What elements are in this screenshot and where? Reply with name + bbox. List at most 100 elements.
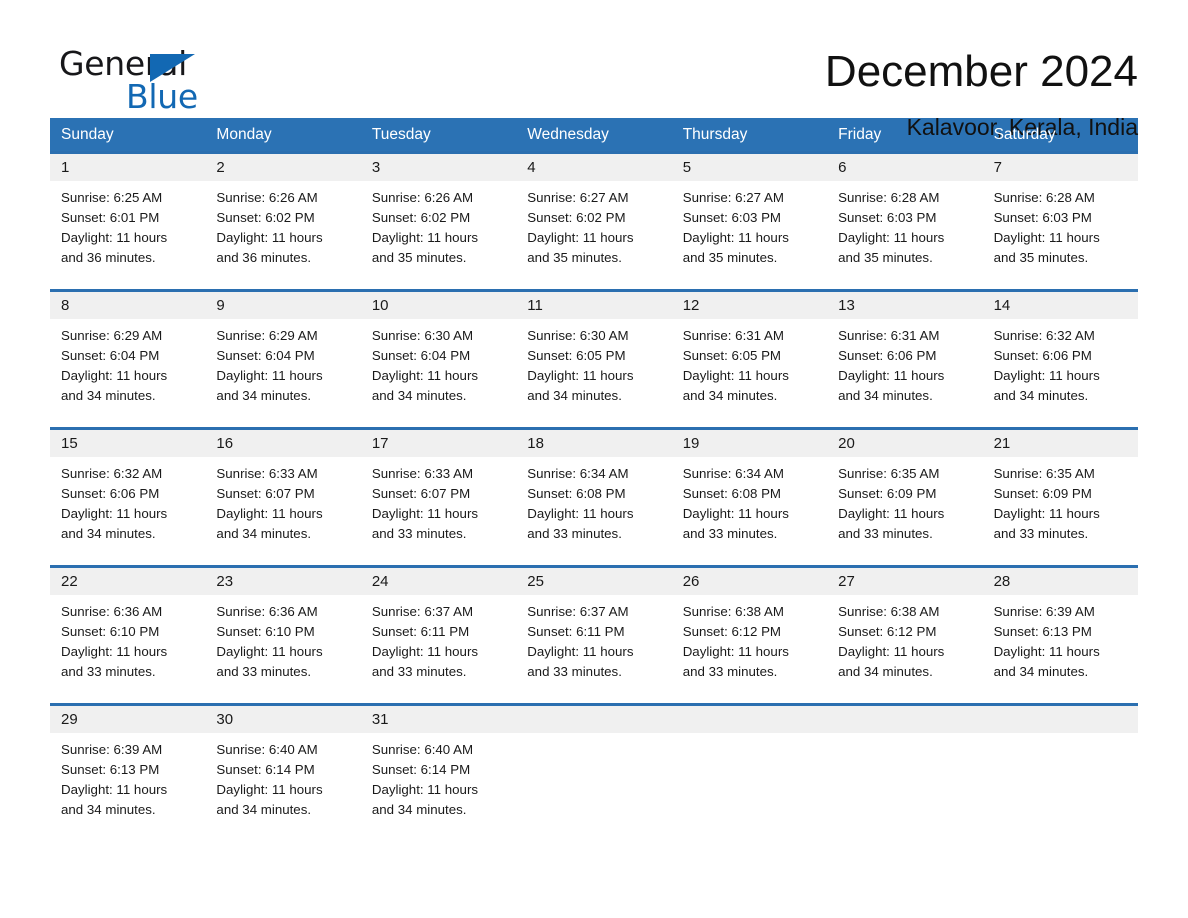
sunset-text: Sunset: 6:08 PM xyxy=(527,486,626,501)
day-number[interactable]: 19 xyxy=(672,430,827,457)
day-cell: Sunrise: 6:27 AM Sunset: 6:02 PM Dayligh… xyxy=(516,181,671,289)
sunrise-text: Sunrise: 6:26 AM xyxy=(371,190,474,205)
daylight-text-l1: Daylight: 11 hours xyxy=(61,368,168,383)
day-cell: Sunrise: 6:27 AM Sunset: 6:03 PM Dayligh… xyxy=(672,181,827,289)
daylight-text-l1: Daylight: 11 hours xyxy=(61,230,168,245)
day-number[interactable]: 29 xyxy=(50,706,205,733)
weekday-header-tuesday: Tuesday xyxy=(371,126,431,143)
sunrise-text: Sunrise: 6:39 AM xyxy=(993,604,1095,619)
day-number[interactable]: 6 xyxy=(827,154,982,181)
daylight-text-l1: Daylight: 11 hours xyxy=(682,644,789,659)
sunset-text: Sunset: 6:10 PM xyxy=(216,624,315,639)
day-number[interactable]: 12 xyxy=(672,292,827,319)
sunrise-text: Sunrise: 6:27 AM xyxy=(682,190,784,205)
calendar-week-row: 15 16 17 18 19 20 21 Sunrise: 6:32 AM Su… xyxy=(50,427,1138,565)
day-number[interactable]: 25 xyxy=(516,568,671,595)
day-cell: Sunrise: 6:25 AM Sunset: 6:01 PM Dayligh… xyxy=(50,181,205,289)
daylight-text-l2: and 34 minutes. xyxy=(838,388,933,403)
calendar-week-row: 1 2 3 4 5 6 7 Sunrise: 6:25 AM Sunset: 6… xyxy=(50,151,1138,289)
day-number[interactable]: 30 xyxy=(205,706,360,733)
day-detail-row: Sunrise: 6:25 AM Sunset: 6:01 PM Dayligh… xyxy=(50,181,1138,289)
sunrise-text: Sunrise: 6:29 AM xyxy=(216,328,318,343)
day-number[interactable]: 20 xyxy=(827,430,982,457)
day-cell-empty xyxy=(516,733,671,841)
page-title: December 2024 xyxy=(824,47,1138,96)
sunrise-text: Sunrise: 6:33 AM xyxy=(216,466,318,481)
sunset-text: Sunset: 6:02 PM xyxy=(371,210,471,225)
day-cell-empty xyxy=(983,733,1138,841)
sunset-text: Sunset: 6:11 PM xyxy=(527,624,625,639)
day-cell: Sunrise: 6:37 AM Sunset: 6:11 PM Dayligh… xyxy=(361,595,516,703)
day-cell: Sunrise: 6:35 AM Sunset: 6:09 PM Dayligh… xyxy=(983,457,1138,565)
day-detail-row: Sunrise: 6:39 AM Sunset: 6:13 PM Dayligh… xyxy=(50,733,1138,841)
day-cell: Sunrise: 6:39 AM Sunset: 6:13 PM Dayligh… xyxy=(983,595,1138,703)
sunrise-text: Sunrise: 6:28 AM xyxy=(838,190,940,205)
daylight-text-l2: and 35 minutes. xyxy=(838,250,933,265)
day-cell: Sunrise: 6:40 AM Sunset: 6:14 PM Dayligh… xyxy=(205,733,360,841)
sunrise-text: Sunrise: 6:40 AM xyxy=(216,742,318,757)
day-detail-row: Sunrise: 6:36 AM Sunset: 6:10 PM Dayligh… xyxy=(50,595,1138,703)
daylight-text-l2: and 33 minutes. xyxy=(838,526,933,541)
daylight-text-l2: and 33 minutes. xyxy=(61,664,156,679)
calendar-page: General Blue December 2024 Kalavoor, Ker… xyxy=(0,0,1188,918)
daylight-text-l1: Daylight: 11 hours xyxy=(61,782,168,797)
day-cell: Sunrise: 6:40 AM Sunset: 6:14 PM Dayligh… xyxy=(361,733,516,841)
daylight-text-l1: Daylight: 11 hours xyxy=(993,368,1100,383)
sunrise-text: Sunrise: 6:28 AM xyxy=(993,190,1095,205)
day-cell: Sunrise: 6:33 AM Sunset: 6:07 PM Dayligh… xyxy=(361,457,516,565)
sunset-text: Sunset: 6:13 PM xyxy=(993,624,1092,639)
day-number[interactable]: 23 xyxy=(205,568,360,595)
daylight-text-l1: Daylight: 11 hours xyxy=(216,368,323,383)
sunset-text: Sunset: 6:14 PM xyxy=(371,762,471,777)
day-number-band: 22 23 24 25 26 27 28 xyxy=(50,568,1138,595)
day-number[interactable]: 27 xyxy=(827,568,982,595)
day-cell: Sunrise: 6:34 AM Sunset: 6:08 PM Dayligh… xyxy=(672,457,827,565)
calendar-table: Sunday Monday Tuesday Wednesday Thursday… xyxy=(50,118,1138,841)
day-number[interactable]: 14 xyxy=(983,292,1138,319)
day-number[interactable]: 18 xyxy=(516,430,671,457)
day-number[interactable]: 2 xyxy=(205,154,360,181)
sunrise-text: Sunrise: 6:31 AM xyxy=(682,328,784,343)
weekday-header-monday: Monday xyxy=(216,126,272,143)
daylight-text-l2: and 35 minutes. xyxy=(527,250,622,265)
day-number[interactable]: 7 xyxy=(983,154,1138,181)
sunrise-text: Sunrise: 6:38 AM xyxy=(682,604,784,619)
day-number[interactable]: 9 xyxy=(205,292,360,319)
weekday-header-friday: Friday xyxy=(838,126,882,143)
day-number[interactable]: 8 xyxy=(50,292,205,319)
sunset-text: Sunset: 6:04 PM xyxy=(61,348,160,363)
day-number[interactable]: 26 xyxy=(672,568,827,595)
daylight-text-l1: Daylight: 11 hours xyxy=(527,368,634,383)
day-number[interactable]: 16 xyxy=(205,430,360,457)
day-number-empty xyxy=(827,706,982,733)
day-number[interactable]: 21 xyxy=(983,430,1138,457)
day-number[interactable]: 28 xyxy=(983,568,1138,595)
day-number[interactable]: 24 xyxy=(361,568,516,595)
sunset-text: Sunset: 6:12 PM xyxy=(682,624,782,639)
day-number[interactable]: 3 xyxy=(361,154,516,181)
day-number[interactable]: 10 xyxy=(361,292,516,319)
daylight-text-l2: and 34 minutes. xyxy=(993,664,1089,679)
day-number-empty xyxy=(672,706,827,733)
sunset-text: Sunset: 6:02 PM xyxy=(527,210,626,225)
day-number[interactable]: 17 xyxy=(361,430,516,457)
daylight-text-l1: Daylight: 11 hours xyxy=(838,506,945,521)
day-number[interactable]: 13 xyxy=(827,292,982,319)
day-number[interactable]: 15 xyxy=(50,430,205,457)
day-number[interactable]: 11 xyxy=(516,292,671,319)
daylight-text-l2: and 33 minutes. xyxy=(682,526,778,541)
day-number[interactable]: 5 xyxy=(672,154,827,181)
day-number[interactable]: 1 xyxy=(50,154,205,181)
daylight-text-l1: Daylight: 11 hours xyxy=(993,230,1100,245)
day-number[interactable]: 22 xyxy=(50,568,205,595)
logo-text-blue: Blue xyxy=(126,77,198,116)
sunset-text: Sunset: 6:11 PM xyxy=(371,624,470,639)
sunset-text: Sunset: 6:10 PM xyxy=(61,624,160,639)
sunset-text: Sunset: 6:05 PM xyxy=(682,348,782,363)
daylight-text-l1: Daylight: 11 hours xyxy=(527,506,634,521)
daylight-text-l1: Daylight: 11 hours xyxy=(216,644,323,659)
day-number[interactable]: 4 xyxy=(516,154,671,181)
page-header: General Blue December 2024 Kalavoor, Ker… xyxy=(50,0,1138,140)
day-number[interactable]: 31 xyxy=(361,706,516,733)
sunset-text: Sunset: 6:06 PM xyxy=(993,348,1092,363)
